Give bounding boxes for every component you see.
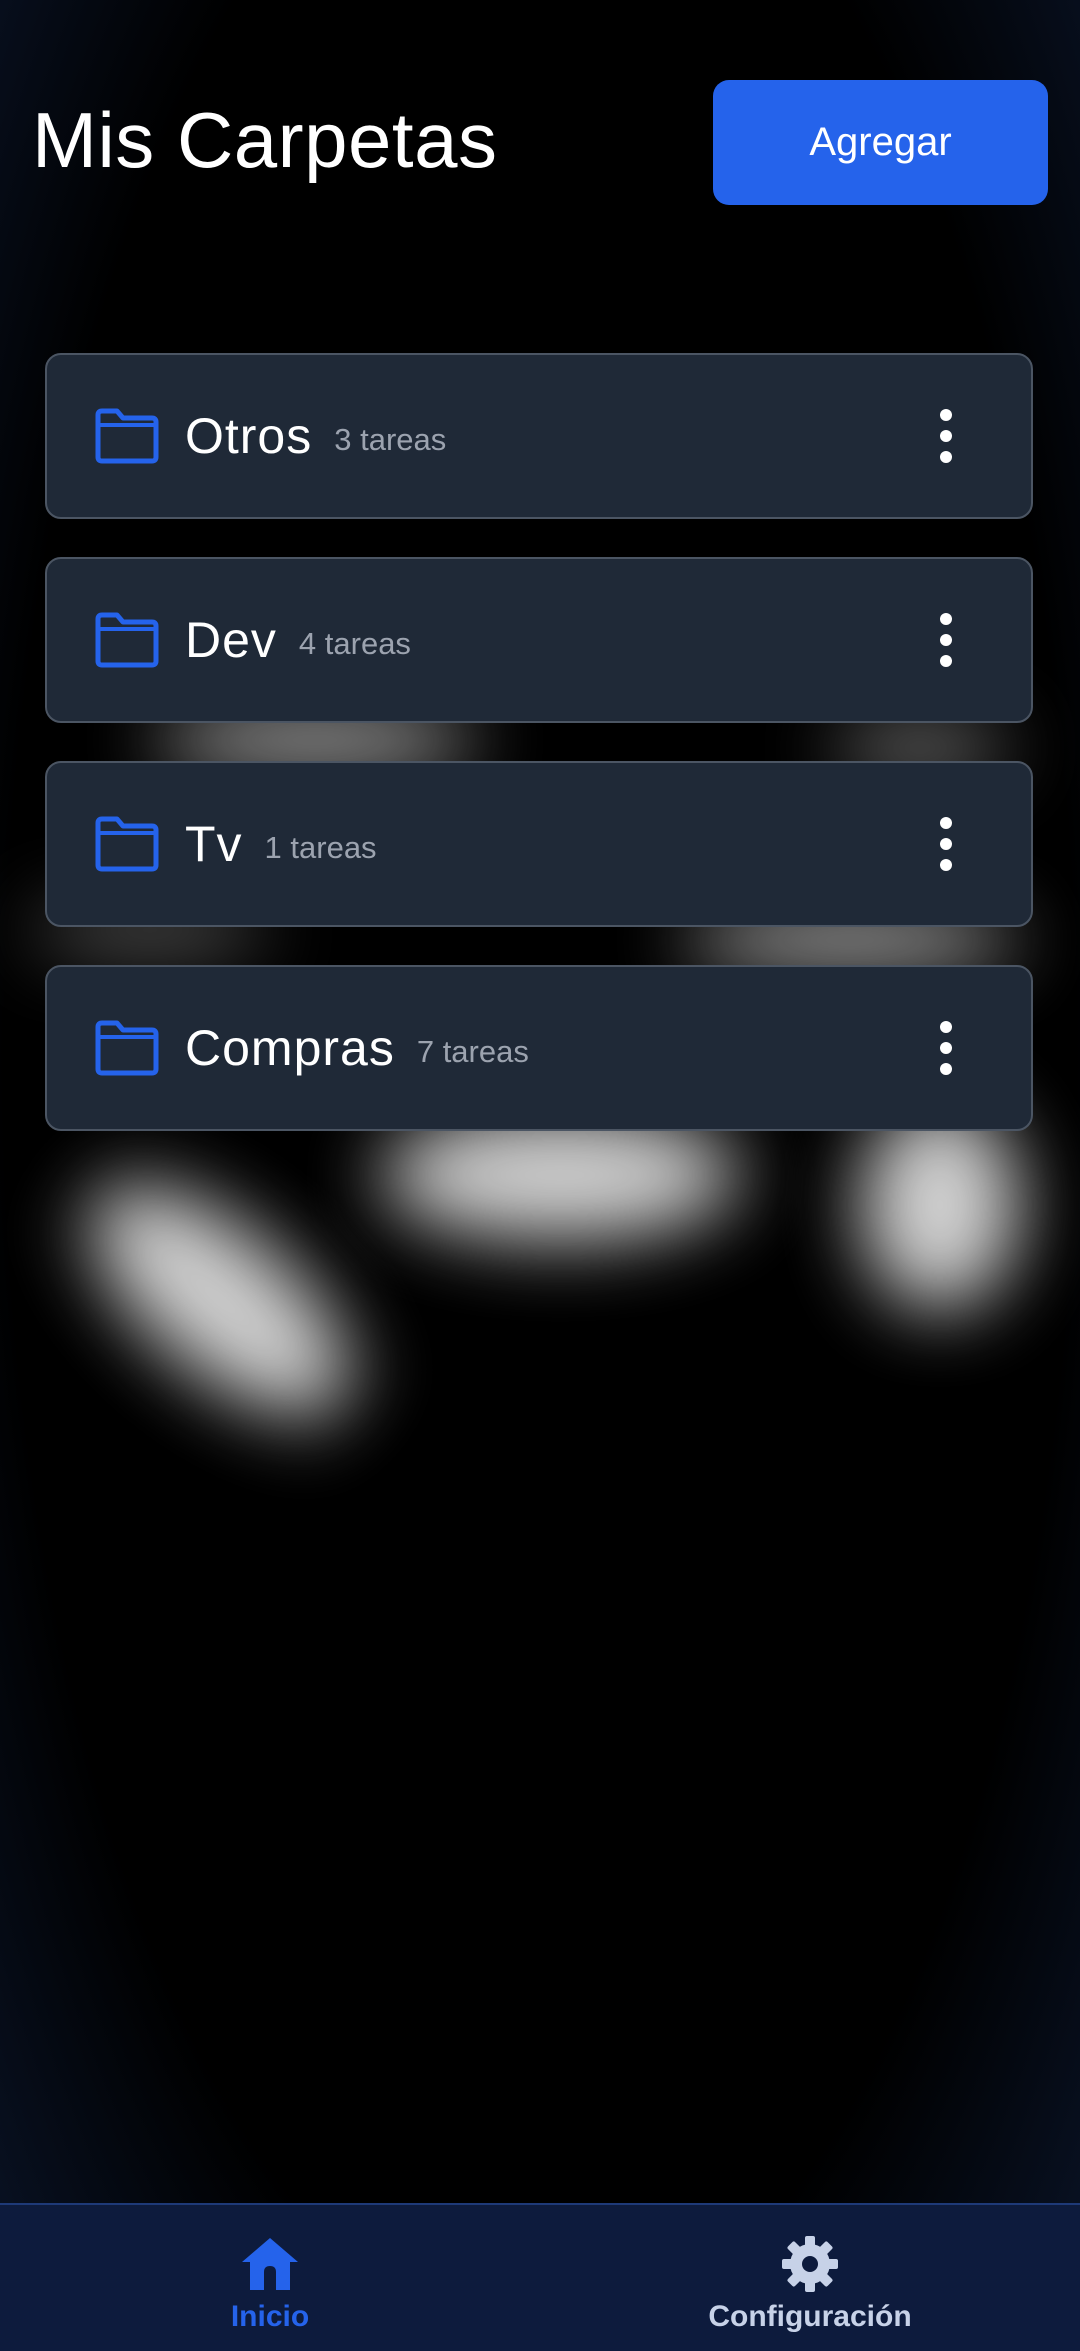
folder-task-count: 4 tareas	[298, 625, 411, 661]
nav-label-home: Inicio	[230, 2300, 310, 2333]
more-options-button[interactable]	[921, 595, 971, 685]
nav-item-settings[interactable]: Configuración	[680, 2205, 940, 2351]
folder-card-dev[interactable]: Dev 4 tareas	[45, 557, 1033, 723]
add-folder-button[interactable]: Agregar	[713, 80, 1048, 205]
folder-card-otros[interactable]: Otros 3 tareas	[45, 353, 1033, 519]
more-dot	[940, 1042, 952, 1054]
more-dot	[940, 613, 952, 625]
more-dot	[940, 817, 952, 829]
more-dot	[940, 430, 952, 442]
page-title: Mis Carpetas	[32, 96, 498, 184]
more-dot	[940, 409, 952, 421]
nav-label-settings: Configuración	[708, 2300, 912, 2333]
folder-icon	[95, 408, 159, 464]
folder-task-count: 1 tareas	[264, 829, 377, 865]
folder-list: Otros 3 tareas Dev 4 tareas Tv 1 tareas	[45, 353, 1033, 1169]
folder-name-row: Compras 7 tareas	[185, 1019, 529, 1077]
folder-name: Dev	[185, 612, 277, 668]
header: Mis Carpetas Agregar	[0, 0, 1080, 300]
more-dot	[940, 634, 952, 646]
folder-icon	[95, 816, 159, 872]
folder-task-count: 7 tareas	[416, 1033, 529, 1069]
folder-name-row: Otros 3 tareas	[185, 407, 446, 465]
more-options-button[interactable]	[921, 799, 971, 889]
more-dot	[940, 451, 952, 463]
bottom-navigation: Inicio Configuración	[0, 2203, 1080, 2351]
nav-item-home[interactable]: Inicio	[170, 2205, 370, 2351]
more-dot	[940, 859, 952, 871]
folder-card-compras[interactable]: Compras 7 tareas	[45, 965, 1033, 1131]
folder-card-tv[interactable]: Tv 1 tareas	[45, 761, 1033, 927]
folder-name: Otros	[185, 408, 313, 464]
folder-icon	[95, 1020, 159, 1076]
home-icon	[242, 2238, 298, 2290]
folder-name: Compras	[185, 1020, 395, 1076]
folder-name-row: Tv 1 tareas	[185, 815, 377, 873]
folder-name-row: Dev 4 tareas	[185, 611, 411, 669]
more-dot	[940, 655, 952, 667]
folder-icon	[95, 612, 159, 668]
folder-name: Tv	[185, 816, 243, 872]
more-options-button[interactable]	[921, 1003, 971, 1093]
gear-icon	[782, 2236, 838, 2292]
more-dot	[940, 1021, 952, 1033]
more-dot	[940, 1063, 952, 1075]
app-screen: Mis Carpetas Agregar Otros 3 tareas Dev 4 …	[0, 0, 1080, 2351]
more-dot	[940, 838, 952, 850]
more-options-button[interactable]	[921, 391, 971, 481]
folder-task-count: 3 tareas	[334, 421, 447, 457]
background-blur	[52, 1143, 388, 1457]
